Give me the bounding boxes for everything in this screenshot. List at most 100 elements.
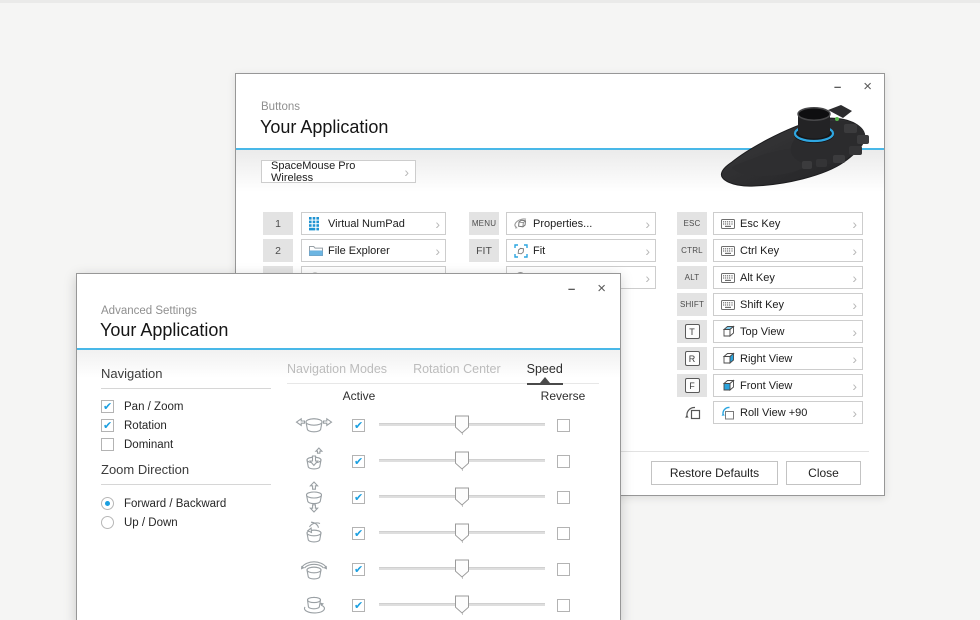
checkbox[interactable]: ✔ xyxy=(101,419,114,432)
chevron-right-icon: › xyxy=(641,244,650,258)
fit-icon xyxy=(514,244,533,258)
assignment-file-explorer[interactable]: File Explorer › xyxy=(301,239,446,262)
checkbox[interactable]: ✔ xyxy=(101,438,114,451)
cube-top-view-icon xyxy=(721,325,740,339)
radio-button[interactable] xyxy=(101,516,114,529)
chevron-right-icon: › xyxy=(431,217,440,231)
assignment-label: File Explorer xyxy=(328,245,431,257)
speed-row-pan-forward-backward: ✔ ✔ xyxy=(292,443,570,479)
speed-row-spin: ✔ ✔ xyxy=(292,587,570,620)
slider-thumb[interactable] xyxy=(455,487,470,506)
speed-slider[interactable] xyxy=(379,414,545,436)
radio-button[interactable] xyxy=(101,497,114,510)
close-icon-button[interactable]: × xyxy=(593,282,610,296)
chevron-right-icon: › xyxy=(848,406,857,420)
chevron-right-icon: › xyxy=(848,298,857,312)
chevron-right-icon: › xyxy=(431,244,440,258)
device-key-fit: FIT xyxy=(469,239,499,262)
assignment-top-view[interactable]: Top View › xyxy=(713,320,863,343)
speed-slider[interactable] xyxy=(379,594,545,616)
tab-navigation-modes[interactable]: Navigation Modes xyxy=(287,362,387,383)
slider-thumb[interactable] xyxy=(455,451,470,470)
cube-front-view-icon xyxy=(721,379,740,393)
slider-thumb[interactable] xyxy=(455,559,470,578)
button-row: SHIFT Shift Key › xyxy=(677,293,863,316)
reverse-checkbox[interactable]: ✔ xyxy=(557,527,570,540)
assignment-right-view[interactable]: Right View › xyxy=(713,347,863,370)
checkbox-dominant[interactable]: ✔ Dominant xyxy=(101,435,271,454)
checkbox-label: Dominant xyxy=(124,439,173,451)
slider-thumb[interactable] xyxy=(455,595,470,614)
assignment-alt-key[interactable]: Alt Key › xyxy=(713,266,863,289)
assignment-label: Top View xyxy=(740,326,848,338)
button-row: 1 Virtual NumPad › xyxy=(263,212,446,235)
minimize-button[interactable]: – xyxy=(830,80,845,94)
reverse-checkbox[interactable]: ✔ xyxy=(557,563,570,576)
radio-label: Forward / Backward xyxy=(124,498,226,510)
pan-forward-backward-icon xyxy=(292,447,336,475)
close-icon-button[interactable]: × xyxy=(859,80,876,94)
button-row: CTRL Ctrl Key › xyxy=(677,239,863,262)
assignment-virtual-numpad[interactable]: Virtual NumPad › xyxy=(301,212,446,235)
minimize-button[interactable]: – xyxy=(564,282,579,296)
checkbox-label: Rotation xyxy=(124,420,167,432)
button-row: ALT Alt Key › xyxy=(677,266,863,289)
active-checkbox[interactable]: ✔ xyxy=(352,455,365,468)
reverse-checkbox[interactable]: ✔ xyxy=(557,419,570,432)
active-checkbox[interactable]: ✔ xyxy=(352,599,365,612)
assignment-roll-view[interactable]: Roll View +90 › xyxy=(713,401,863,424)
chevron-right-icon: › xyxy=(848,217,857,231)
speed-slider[interactable] xyxy=(379,522,545,544)
assignment-label: Front View xyxy=(740,380,848,392)
checkbox-rotation[interactable]: ✔ Rotation xyxy=(101,416,271,435)
assignment-esc-key[interactable]: Esc Key › xyxy=(713,212,863,235)
chevron-right-icon: › xyxy=(848,352,857,366)
reverse-checkbox[interactable]: ✔ xyxy=(557,599,570,612)
assignment-label: Esc Key xyxy=(740,218,848,230)
reverse-checkbox[interactable]: ✔ xyxy=(557,491,570,504)
close-button[interactable]: Close xyxy=(786,461,861,485)
reverse-checkbox[interactable]: ✔ xyxy=(557,455,570,468)
assignment-label: Properties... xyxy=(533,218,641,230)
radio-up-down[interactable]: Up / Down xyxy=(101,513,271,532)
radio-label: Up / Down xyxy=(124,517,178,529)
zoom-direction-section: Zoom Direction Forward / Backward Up / D… xyxy=(101,462,271,532)
slider-thumb[interactable] xyxy=(455,415,470,434)
active-checkbox[interactable]: ✔ xyxy=(352,563,365,576)
tab-speed[interactable]: Speed xyxy=(527,362,563,385)
speed-slider[interactable] xyxy=(379,558,545,580)
advanced-settings-window: – × Advanced Settings Your Application N… xyxy=(76,273,621,620)
device-key-menu: MENU xyxy=(469,212,499,235)
assignment-label: Right View xyxy=(740,353,848,365)
checkbox[interactable]: ✔ xyxy=(101,400,114,413)
speed-slider[interactable] xyxy=(379,486,545,508)
assignment-label: Roll View +90 xyxy=(740,407,848,419)
tab-rotation-center[interactable]: Rotation Center xyxy=(413,362,501,383)
restore-defaults-button[interactable]: Restore Defaults xyxy=(651,461,778,485)
device-selector[interactable]: SpaceMouse Pro Wireless › xyxy=(261,160,416,183)
speed-slider[interactable] xyxy=(379,450,545,472)
checkbox-pan-zoom[interactable]: ✔ Pan / Zoom xyxy=(101,397,271,416)
button-row: 2 File Explorer › xyxy=(263,239,446,262)
assignment-front-view[interactable]: Front View › xyxy=(713,374,863,397)
assignment-label: Fit xyxy=(533,245,641,257)
assignment-label: Alt Key xyxy=(740,272,848,284)
speed-row-roll: ✔ ✔ xyxy=(292,551,570,587)
assignment-fit[interactable]: Fit › xyxy=(506,239,656,262)
button-row: ESC Esc Key › xyxy=(677,212,863,235)
assignment-ctrl-key[interactable]: Ctrl Key › xyxy=(713,239,863,262)
radio-forward-backward[interactable]: Forward / Backward xyxy=(101,494,271,513)
device-selector-value: SpaceMouse Pro Wireless xyxy=(271,160,400,184)
slider-thumb[interactable] xyxy=(455,523,470,542)
assignment-shift-key[interactable]: Shift Key › xyxy=(713,293,863,316)
active-checkbox[interactable]: ✔ xyxy=(352,419,365,432)
chevron-right-icon: › xyxy=(641,217,650,231)
active-checkbox[interactable]: ✔ xyxy=(352,527,365,540)
button-row: FIT Fit › xyxy=(469,239,656,262)
assignment-properties[interactable]: Properties... › xyxy=(506,212,656,235)
active-checkbox[interactable]: ✔ xyxy=(352,491,365,504)
column-header-reverse: Reverse xyxy=(513,389,613,403)
button-row: MENU Properties... › xyxy=(469,212,656,235)
assignment-label: Shift Key xyxy=(740,299,848,311)
spin-icon xyxy=(292,592,336,618)
